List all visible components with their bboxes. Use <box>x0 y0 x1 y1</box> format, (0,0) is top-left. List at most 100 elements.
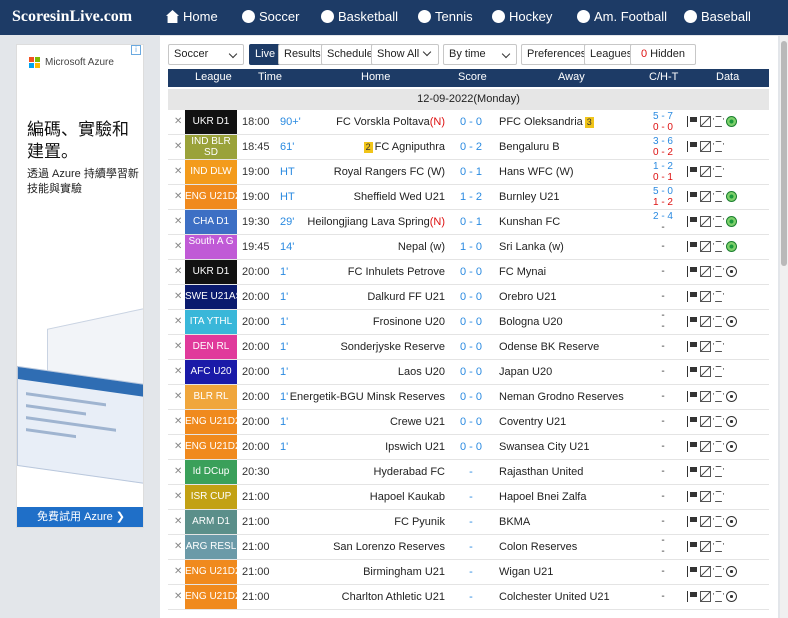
lineup-shirt-icon[interactable] <box>713 566 724 577</box>
flag-icon[interactable] <box>687 116 698 127</box>
lineup-shirt-icon[interactable] <box>713 591 724 602</box>
home-team[interactable]: Nepal (w) <box>398 241 445 253</box>
match-score[interactable]: 0 - 1 <box>446 216 496 228</box>
col-league[interactable]: League <box>195 71 232 83</box>
soccer-ball-icon[interactable] <box>726 516 737 527</box>
lineup-shirt-icon[interactable] <box>713 391 724 402</box>
match-row[interactable]: ✕ ARG RESL 21:00 San Lorenzo Reserves - Colon… <box>168 535 769 560</box>
match-row[interactable]: ✕ BLR RL 20:00 1' Energetik-BGU Minsk Reserv… <box>168 385 769 410</box>
live-button[interactable]: Live <box>249 44 282 65</box>
away-team[interactable]: Kunshan FC <box>499 216 560 228</box>
flag-icon[interactable] <box>687 316 698 327</box>
away-team[interactable]: Hans WFC (W) <box>499 166 574 178</box>
home-team[interactable]: Laos U20 <box>398 366 445 378</box>
league-badge[interactable]: BLR RL <box>185 385 237 409</box>
stats-chart-icon[interactable] <box>700 141 711 152</box>
flag-icon[interactable] <box>687 241 698 252</box>
stats-chart-icon[interactable] <box>700 491 711 502</box>
lineup-shirt-icon[interactable] <box>713 241 724 252</box>
ad-banner[interactable]: i Microsoft Azure 編碼、實驗和建置。 透過 Azure 持續學… <box>16 44 144 528</box>
league-badge[interactable]: ENG U21D2 <box>185 185 237 209</box>
soccer-ball-icon[interactable] <box>726 566 737 577</box>
away-team[interactable]: Bologna U20 <box>499 316 563 328</box>
lineup-shirt-icon[interactable] <box>713 366 724 377</box>
home-team[interactable]: Royal Rangers FC (W) <box>334 166 445 178</box>
match-row[interactable]: ✕ ENG U21D2 19:00 HT Sheffield Wed U21 1 - 2B… <box>168 185 769 210</box>
league-badge[interactable]: ENG U21D2 <box>185 410 237 434</box>
stats-chart-icon[interactable] <box>700 216 711 227</box>
live-ball-icon[interactable] <box>726 216 737 227</box>
hide-match-icon[interactable]: ✕ <box>174 441 182 452</box>
home-team[interactable]: Hapoel Kaukab <box>370 491 445 503</box>
hide-match-icon[interactable]: ✕ <box>174 166 182 177</box>
away-team[interactable]: Hapoel Bnei Zalfa <box>499 491 586 503</box>
lineup-shirt-icon[interactable] <box>713 316 724 327</box>
league-badge[interactable]: South A G <box>185 235 237 259</box>
league-badge[interactable]: CHA D1 <box>185 210 237 234</box>
stats-chart-icon[interactable] <box>700 541 711 552</box>
match-row[interactable]: ✕ UKR D1 18:00 90+' FC Vorskla Poltava(N) 0 -… <box>168 110 769 135</box>
hide-match-icon[interactable]: ✕ <box>174 216 182 227</box>
home-team[interactable]: Sonderjyske Reserve <box>340 341 445 353</box>
home-team[interactable]: Energetik-BGU Minsk Reserves <box>290 391 445 403</box>
match-score[interactable]: 1 - 2 <box>446 191 496 203</box>
home-team[interactable]: Frosinone U20 <box>373 316 445 328</box>
ad-choices-icon[interactable]: i <box>131 45 141 55</box>
stats-chart-icon[interactable] <box>700 341 711 352</box>
hide-match-icon[interactable]: ✕ <box>174 466 182 477</box>
league-badge[interactable]: ISR CUP <box>185 485 237 509</box>
hide-match-icon[interactable]: ✕ <box>174 191 182 202</box>
sort-select[interactable]: By time <box>443 44 517 65</box>
stats-chart-icon[interactable] <box>700 366 711 377</box>
home-team[interactable]: Sheffield Wed U21 <box>354 191 445 203</box>
lineup-shirt-icon[interactable] <box>713 191 724 202</box>
ad-cta-button[interactable]: 免費試用 Azure ❯ <box>17 507 143 527</box>
hidden-button[interactable]: 0 Hidden <box>630 44 696 65</box>
lineup-shirt-icon[interactable] <box>713 116 724 127</box>
flag-icon[interactable] <box>687 366 698 377</box>
live-ball-icon[interactable] <box>726 241 737 252</box>
hide-match-icon[interactable]: ✕ <box>174 391 182 402</box>
flag-icon[interactable] <box>687 216 698 227</box>
flag-icon[interactable] <box>687 391 698 402</box>
match-score[interactable]: 0 - 0 <box>446 416 496 428</box>
league-badge[interactable]: ENG U21D2 <box>185 585 237 609</box>
hide-match-icon[interactable]: ✕ <box>174 341 182 352</box>
stats-chart-icon[interactable] <box>700 316 711 327</box>
soccer-ball-icon[interactable] <box>726 391 737 402</box>
stats-chart-icon[interactable] <box>700 566 711 577</box>
match-row[interactable]: ✕ IND BLR SD 18:45 61' 2 FC Agniputhra 0 - 2 Be… <box>168 135 769 160</box>
hide-match-icon[interactable]: ✕ <box>174 266 182 277</box>
soccer-ball-icon[interactable] <box>726 441 737 452</box>
stats-chart-icon[interactable] <box>700 441 711 452</box>
match-score[interactable]: 0 - 2 <box>446 141 496 153</box>
lineup-shirt-icon[interactable] <box>713 441 724 452</box>
soccer-ball-icon[interactable] <box>726 416 737 427</box>
hide-match-icon[interactable]: ✕ <box>174 316 182 327</box>
league-badge[interactable]: IND BLR SD <box>185 135 237 159</box>
away-team[interactable]: Coventry U21 <box>499 416 566 428</box>
live-ball-icon[interactable] <box>726 191 737 202</box>
match-row[interactable]: ✕ ENG U21D2 21:00 Birmingham U21- Wigan U21- <box>168 560 769 585</box>
match-row[interactable]: ✕ AFC U20 20:00 1' Laos U20 0 - 0 Japan U20 - <box>168 360 769 385</box>
lineup-shirt-icon[interactable] <box>713 216 724 227</box>
match-score[interactable]: 0 - 0 <box>446 116 496 128</box>
match-score[interactable]: 1 - 0 <box>446 241 496 253</box>
stats-chart-icon[interactable] <box>700 241 711 252</box>
match-score[interactable]: 0 - 1 <box>446 166 496 178</box>
nav-tennis[interactable]: Tennis <box>418 9 473 24</box>
lineup-shirt-icon[interactable] <box>713 291 724 302</box>
match-score[interactable]: - <box>446 591 496 603</box>
league-badge[interactable]: UKR D1 <box>185 110 237 134</box>
away-team[interactable]: FC Mynai <box>499 266 546 278</box>
home-team[interactable]: Ipswich U21 <box>385 441 445 453</box>
hide-match-icon[interactable]: ✕ <box>174 491 182 502</box>
flag-icon[interactable] <box>687 141 698 152</box>
match-score[interactable]: - <box>446 491 496 503</box>
stats-chart-icon[interactable] <box>700 516 711 527</box>
stats-chart-icon[interactable] <box>700 116 711 127</box>
flag-icon[interactable] <box>687 166 698 177</box>
match-score[interactable]: - <box>446 516 496 528</box>
match-score[interactable]: - <box>446 566 496 578</box>
stats-chart-icon[interactable] <box>700 291 711 302</box>
